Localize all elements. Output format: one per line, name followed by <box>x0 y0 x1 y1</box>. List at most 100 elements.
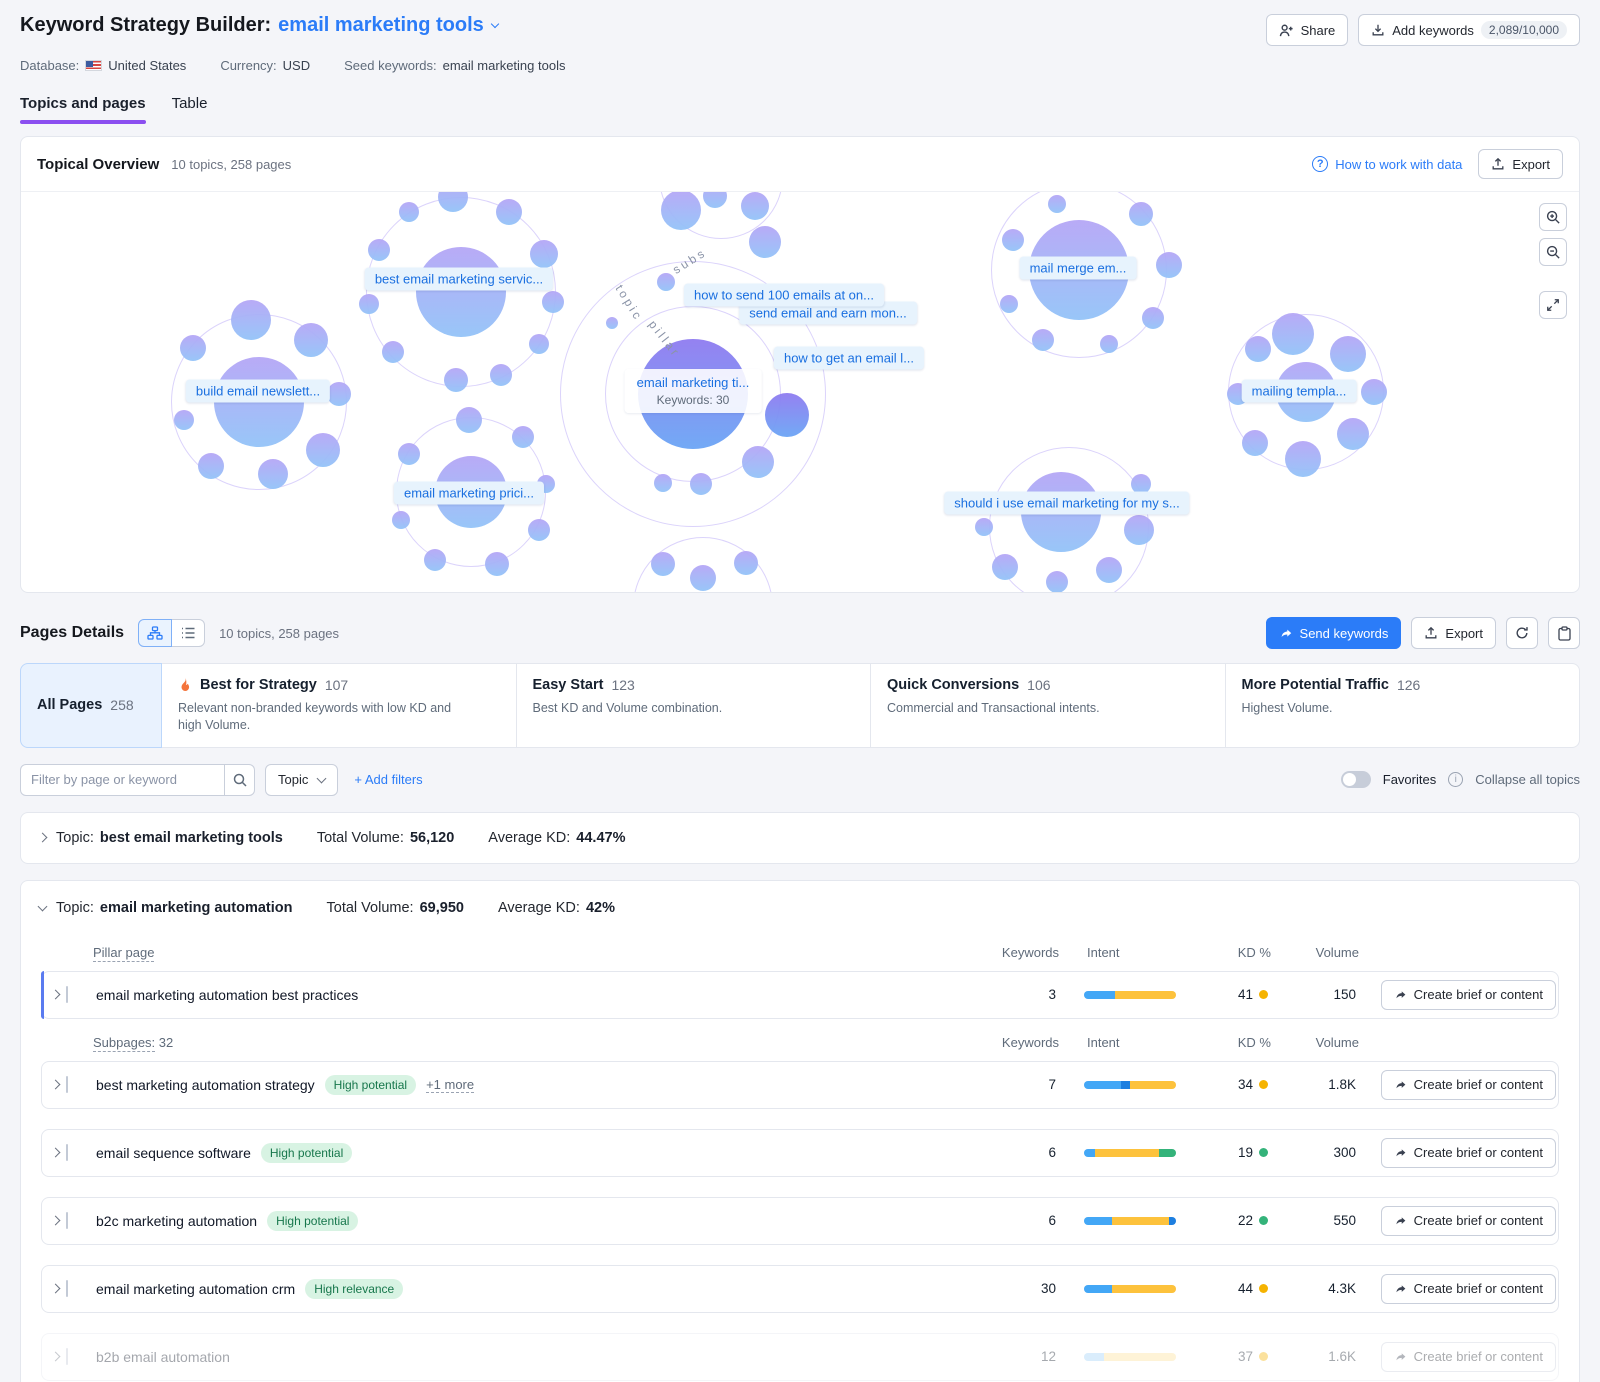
page-title[interactable]: b2c marketing automation <box>96 1213 257 1229</box>
tree-view-toggle[interactable] <box>138 619 172 647</box>
create-brief-button[interactable]: Create brief or content <box>1381 1138 1556 1168</box>
create-brief-button[interactable]: Create brief or content <box>1381 1342 1556 1372</box>
export-pages-button[interactable]: Export <box>1411 617 1496 649</box>
row-checkbox[interactable] <box>66 1348 68 1365</box>
topic-bubble[interactable] <box>741 192 769 220</box>
keyword-chip[interactable]: build email newslett... <box>186 380 330 403</box>
add-filters-link[interactable]: + Add filters <box>354 772 422 787</box>
create-brief-button[interactable]: Create brief or content <box>1381 1206 1556 1236</box>
how-to-work-link[interactable]: ? How to work with data <box>1312 156 1462 172</box>
chevron-right-icon[interactable] <box>50 990 60 1000</box>
keyword-chip[interactable]: best email marketing servic... <box>365 268 553 291</box>
topic-bubble[interactable] <box>306 433 340 467</box>
topic-filter-dropdown[interactable]: Topic <box>265 764 338 796</box>
page-title[interactable]: email marketing automation crm <box>96 1281 295 1297</box>
row-checkbox[interactable] <box>66 1144 68 1161</box>
topic-bubble[interactable] <box>392 511 410 529</box>
topic-bubble[interactable] <box>690 473 712 495</box>
topic-bubble[interactable] <box>1046 571 1068 592</box>
topic-bubble[interactable] <box>180 335 206 361</box>
topic-bubble[interactable] <box>294 323 328 357</box>
topic-bubble[interactable] <box>327 382 351 406</box>
collapse-all-topics-link[interactable]: Collapse all topics <box>1475 772 1580 787</box>
topic-bubble[interactable] <box>198 453 224 479</box>
share-button[interactable]: Share <box>1266 14 1349 46</box>
filter-tab[interactable]: All Pages 258 <box>20 663 162 748</box>
keyword-chip[interactable]: how to get an email l... <box>774 347 924 370</box>
topic-bubble[interactable] <box>690 565 716 591</box>
list-view-toggle[interactable] <box>171 619 205 647</box>
chevron-right-icon[interactable] <box>50 1216 60 1226</box>
tab-topics-and-pages[interactable]: Topics and pages <box>20 95 146 124</box>
topic-bubble[interactable] <box>1032 329 1054 351</box>
topic-bubble[interactable] <box>1100 335 1118 353</box>
topic-bubble[interactable] <box>1124 515 1154 545</box>
chevron-right-icon[interactable] <box>50 1284 60 1294</box>
topic-bubble[interactable] <box>416 247 506 337</box>
topic-bubble[interactable] <box>1242 430 1268 456</box>
page-title[interactable]: email sequence software <box>96 1145 251 1161</box>
fit-view-button[interactable] <box>1539 291 1567 319</box>
topic-bubble[interactable] <box>1245 336 1271 362</box>
zoom-out-button[interactable] <box>1539 238 1567 266</box>
topic-bubble[interactable] <box>542 291 564 313</box>
topic-bubble[interactable] <box>1272 313 1314 355</box>
filter-tab[interactable]: Best for Strategy 107 Relevant non-brand… <box>161 663 517 748</box>
chevron-right-icon[interactable] <box>50 1148 60 1158</box>
topic-bubble[interactable] <box>1048 195 1066 213</box>
search-button[interactable] <box>225 764 255 796</box>
topic-bubble[interactable] <box>496 199 522 225</box>
row-checkbox[interactable] <box>66 986 68 1003</box>
send-keywords-button[interactable]: Send keywords <box>1266 617 1402 649</box>
topic-bubble[interactable] <box>368 239 390 261</box>
topic-bubble[interactable] <box>992 554 1018 580</box>
keyword-chip[interactable]: email marketing prici... <box>394 482 544 505</box>
topic-bubble[interactable] <box>529 334 549 354</box>
page-title[interactable]: b2b email automation <box>96 1349 230 1365</box>
tab-table[interactable]: Table <box>172 95 208 124</box>
topic-bubble[interactable] <box>742 446 774 478</box>
topic-bubble[interactable] <box>258 459 288 489</box>
keyword-chip[interactable]: mail merge em... <box>1020 257 1137 280</box>
filter-input[interactable] <box>20 764 225 796</box>
topic-bubble[interactable] <box>359 294 379 314</box>
topic-bubble[interactable] <box>654 474 672 492</box>
chevron-right-icon[interactable] <box>50 1080 60 1090</box>
filter-tab[interactable]: Quick Conversions 106 Commercial and Tra… <box>870 663 1226 748</box>
keyword-chip[interactable]: should i use email marketing for my s... <box>944 492 1189 515</box>
page-title[interactable]: best marketing automation strategy <box>96 1077 315 1093</box>
topic-bubble[interactable] <box>975 518 993 536</box>
topic-bubble[interactable] <box>1002 229 1024 251</box>
row-checkbox[interactable] <box>66 1280 68 1297</box>
keyword-chip[interactable]: how to send 100 emails at on... <box>684 284 884 307</box>
topic-bubble[interactable] <box>382 341 404 363</box>
topic-bubble[interactable] <box>512 426 534 448</box>
favorites-toggle[interactable] <box>1341 771 1371 788</box>
info-icon[interactable]: i <box>1448 772 1463 787</box>
topic-bubble[interactable] <box>490 364 512 386</box>
row-checkbox[interactable] <box>66 1212 68 1229</box>
topic-header[interactable]: Topic: email marketing automation Total … <box>21 881 1579 935</box>
keyword-chip[interactable]: mailing templa... <box>1242 380 1357 403</box>
topic-bubble[interactable] <box>657 273 675 291</box>
filter-tab[interactable]: More Potential Traffic 126 Highest Volum… <box>1225 663 1581 748</box>
page-title[interactable]: email marketing automation best practice… <box>96 987 358 1003</box>
export-chart-button[interactable]: Export <box>1478 149 1563 179</box>
create-brief-button[interactable]: Create brief or content <box>1381 1070 1556 1100</box>
add-keywords-button[interactable]: Add keywords 2,089/10,000 <box>1358 14 1580 46</box>
create-brief-button[interactable]: Create brief or content <box>1381 1274 1556 1304</box>
topic-bubble[interactable] <box>765 393 809 437</box>
topic-bubble[interactable] <box>530 240 558 268</box>
clipboard-button[interactable] <box>1548 617 1580 649</box>
topic-bubble[interactable] <box>1330 336 1366 372</box>
chevron-right-icon[interactable] <box>50 1352 60 1362</box>
topic-bubble[interactable] <box>651 552 675 576</box>
topic-bubble[interactable] <box>231 300 271 340</box>
topic-bubble[interactable] <box>1361 379 1387 405</box>
project-selector[interactable]: email marketing tools <box>278 14 498 37</box>
topic-bubble[interactable] <box>1000 295 1018 313</box>
topic-header[interactable]: Topic: best email marketing tools Total … <box>21 813 1579 863</box>
topic-bubble[interactable] <box>606 317 618 329</box>
topic-bubble[interactable] <box>399 202 419 222</box>
topic-bubble[interactable] <box>174 410 194 430</box>
